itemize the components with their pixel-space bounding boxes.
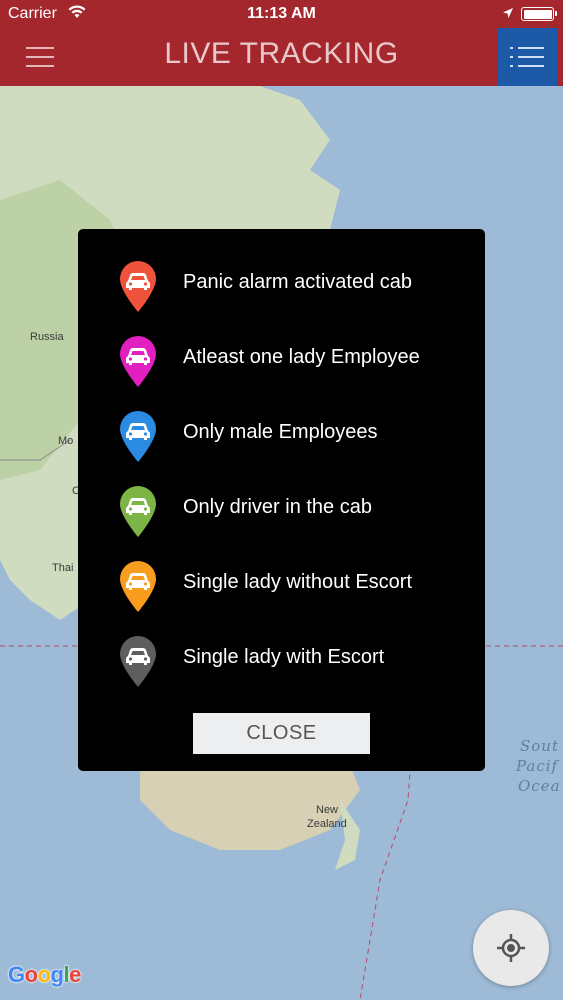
map-label-ocean-1: Sout xyxy=(520,737,559,755)
legend-item-label: Atleast one lady Employee xyxy=(183,346,420,368)
legend-item-label: Only male Employees xyxy=(183,421,378,443)
map-label-ocean-2: Pacif xyxy=(516,757,559,775)
close-button[interactable]: CLOSE xyxy=(193,713,370,754)
header-bar: LIVE TRACKING xyxy=(0,28,563,86)
legend-item-label: Single lady with Escort xyxy=(183,646,385,668)
car-pin-icon xyxy=(117,334,159,388)
legend-item: Single lady with Escort xyxy=(78,634,485,690)
crosshair-icon xyxy=(497,934,525,962)
legend-item: Only male Employees xyxy=(78,409,485,465)
location-arrow-icon xyxy=(503,8,513,18)
legend-item: Atleast one lady Employee xyxy=(78,334,485,390)
legend-list-button[interactable] xyxy=(498,28,557,86)
legend-item-label: Single lady without Escort xyxy=(183,571,413,593)
legend-dialog: Panic alarm activated cab Atleast one lad… xyxy=(78,229,485,771)
legend-item: Single lady without Escort xyxy=(78,559,485,615)
legend-item-label: Panic alarm activated cab xyxy=(183,271,413,293)
google-logo: Google xyxy=(8,962,81,987)
status-bar: Carrier 11:13 AM xyxy=(0,0,563,28)
legend-item-label: Only driver in the cab xyxy=(183,496,372,518)
car-pin-icon xyxy=(117,634,159,688)
map-label-mo: Mo xyxy=(58,435,74,447)
legend-item: Panic alarm activated cab xyxy=(78,259,485,315)
status-time: 11:13 AM xyxy=(247,5,316,22)
map-label-zealand: Zealand xyxy=(307,818,347,830)
map-label-new: New xyxy=(316,804,339,816)
map-label-russia: Russia xyxy=(30,331,64,343)
car-pin-icon xyxy=(117,259,159,313)
map-label-thai: Thai xyxy=(52,562,74,574)
map-label-ocean-3: Ocea xyxy=(518,777,561,795)
page-title: LIVE TRACKING xyxy=(164,37,399,70)
car-pin-icon xyxy=(117,559,159,613)
battery-icon xyxy=(521,7,557,21)
legend-item: Only driver in the cab xyxy=(78,484,485,540)
my-location-button[interactable] xyxy=(473,910,549,986)
car-pin-icon xyxy=(117,409,159,463)
car-pin-icon xyxy=(117,484,159,538)
